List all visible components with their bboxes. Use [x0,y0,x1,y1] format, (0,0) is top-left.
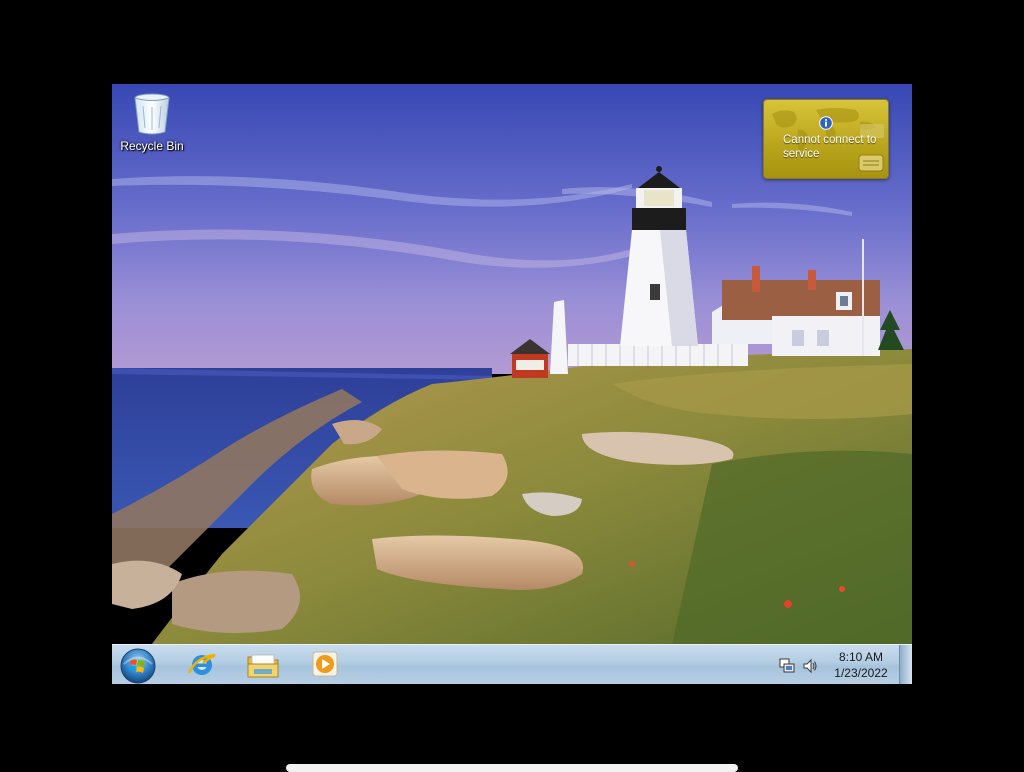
weather-gadget[interactable]: Cannot connect to service [763,99,889,179]
info-icon [819,116,833,130]
windows-start-orb-icon [120,648,156,684]
volume-icon[interactable] [802,658,818,674]
windows-media-player-taskbar-button[interactable] [305,646,345,684]
clock-date: 1/23/2022 [834,666,888,680]
recycle-bin-label: Recycle Bin [120,139,184,153]
taskbar: 8:10 AM 1/23/2022 [112,644,912,684]
start-button[interactable] [118,646,158,684]
internet-explorer-icon [187,653,216,675]
clock-time: 8:10 AM [838,650,884,664]
windows-media-player-icon [312,651,338,677]
recycle-bin[interactable]: Recycle Bin [118,90,186,162]
bottom-edge-strip [286,764,738,772]
gadget-feed-icon [858,154,884,172]
internet-explorer-taskbar-button[interactable] [182,646,222,684]
windows-explorer-taskbar-button[interactable] [243,646,283,684]
network-icon[interactable] [779,658,795,674]
desktop-screen: Recycle Bin Cannot connect to service 8:… [112,84,912,684]
show-desktop-button[interactable] [899,645,912,684]
tray-clock[interactable]: 8:10 AM 1/23/2022 [828,649,894,681]
recycle-bin-icon [134,93,170,135]
windows-explorer-folder-icon [247,654,279,678]
